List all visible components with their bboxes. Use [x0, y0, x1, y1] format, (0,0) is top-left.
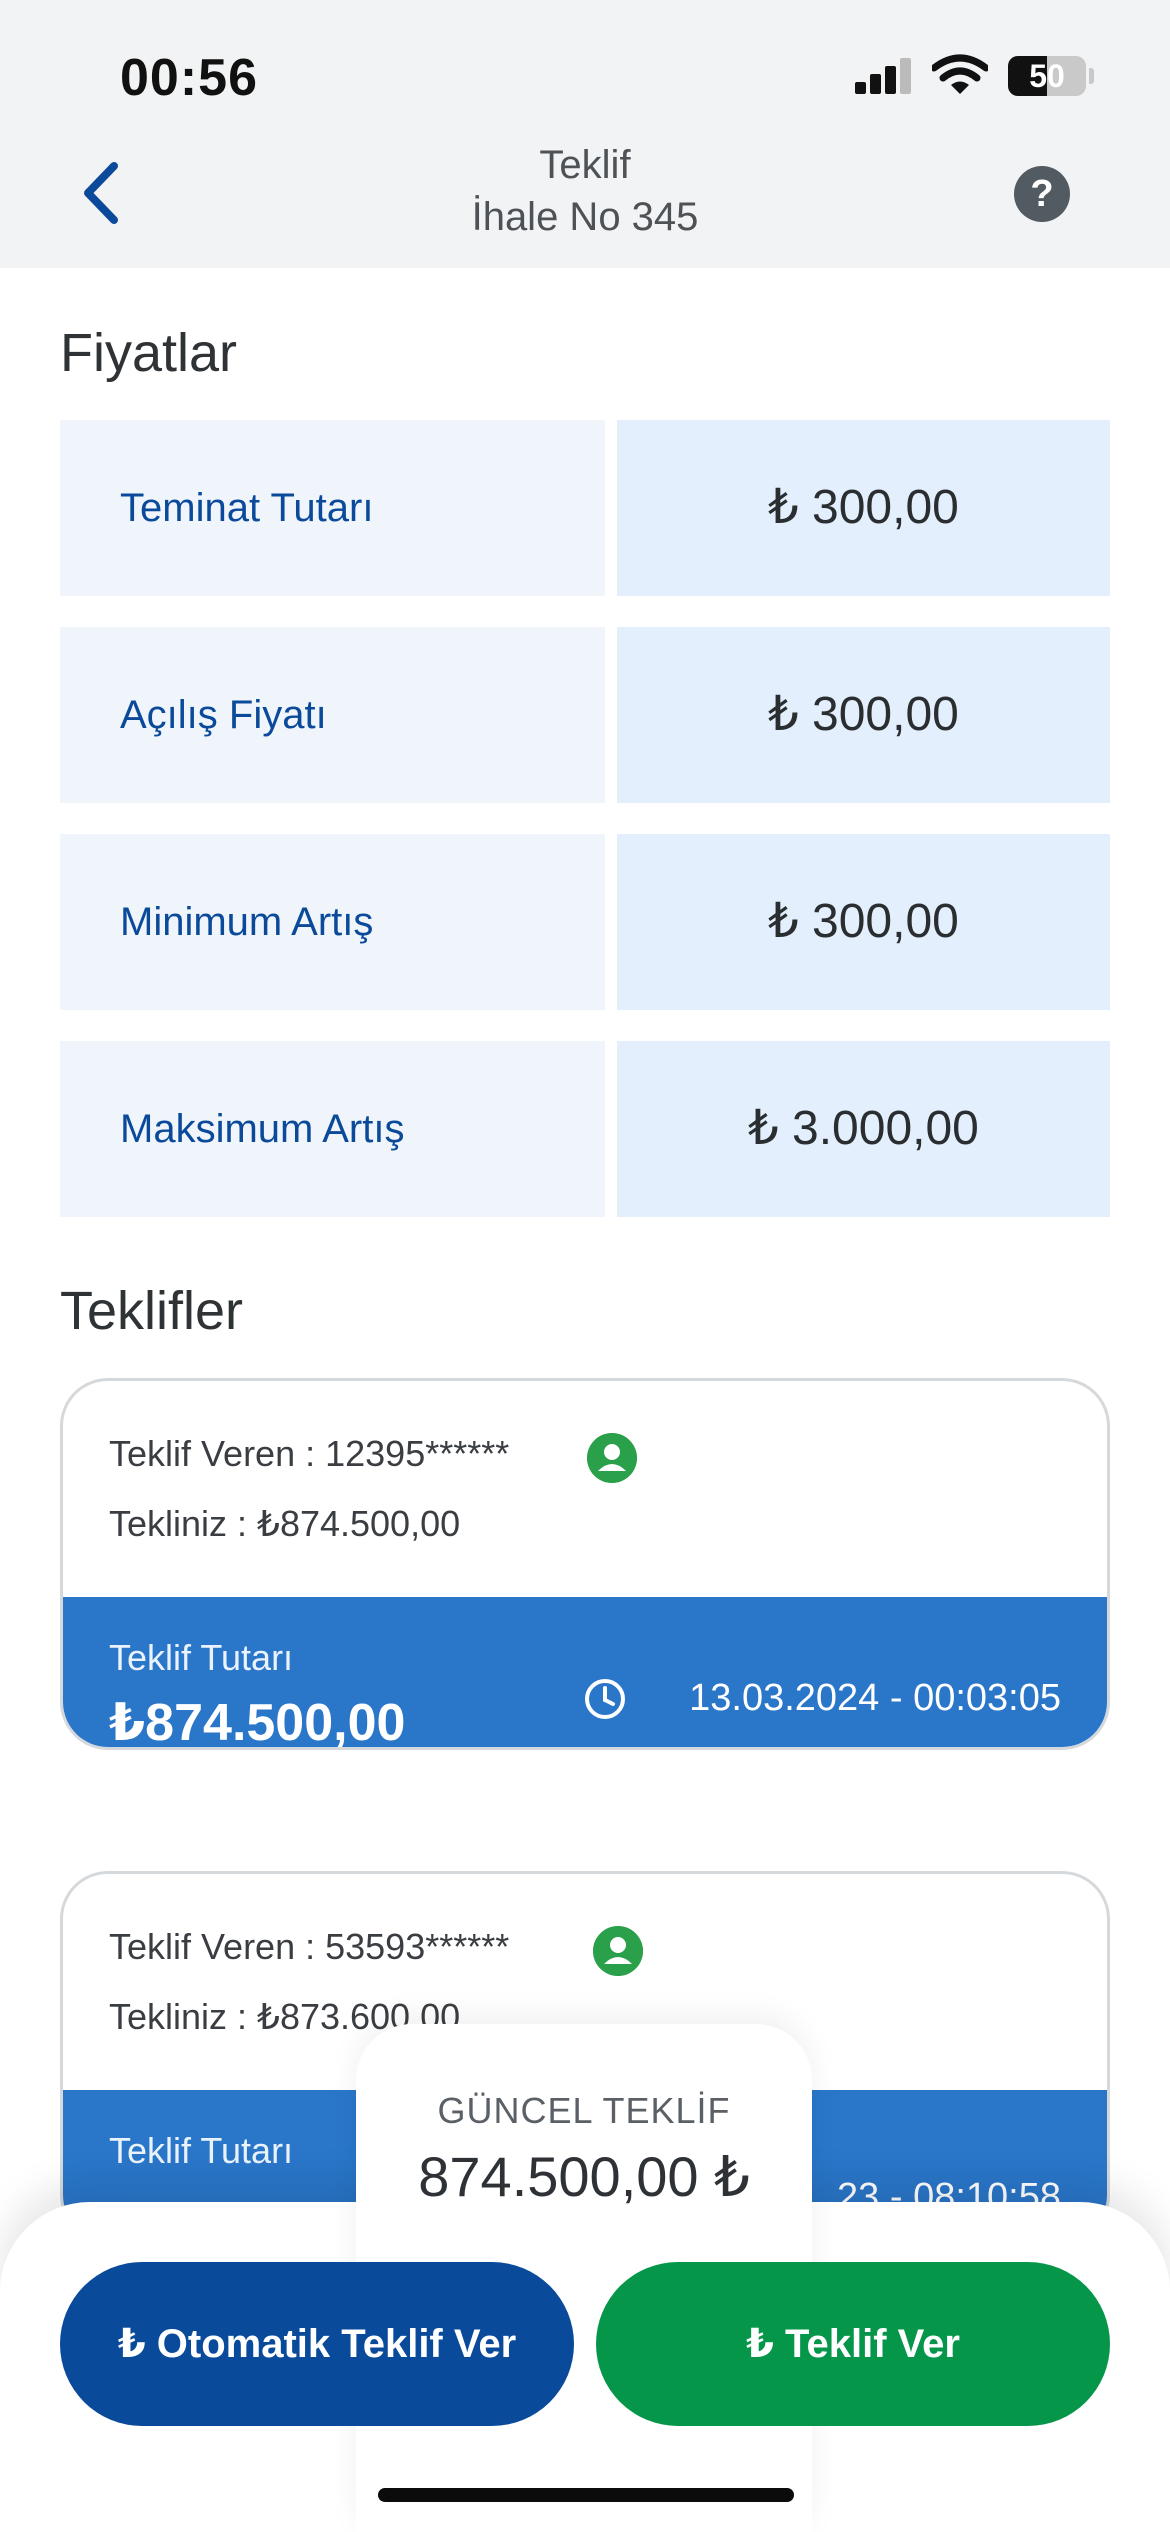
- bids-title: Teklifler: [60, 1281, 244, 1341]
- user-icon: [587, 1433, 637, 1483]
- price-value: ₺ 300,00: [617, 834, 1110, 1010]
- price-label: Minimum Artış: [60, 834, 605, 1010]
- price-row: Teminat Tutarı ₺ 300,00: [60, 420, 1110, 596]
- amount-label: Teklif Tutarı: [109, 1637, 294, 1678]
- price-value: ₺ 3.000,00: [617, 1041, 1110, 1217]
- prices-title: Fiyatlar: [60, 323, 238, 383]
- current-offer-label: GÜNCEL TEKLİF: [437, 2090, 731, 2131]
- bid-amount: ₺874.500,00: [109, 1694, 406, 1750]
- top-bar: 00:56 50 Teklif İhale No 345 ?: [0, 0, 1170, 268]
- price-row: Maksimum Artış ₺ 3.000,00: [60, 1041, 1110, 1217]
- cellular-signal-icon: [855, 58, 913, 94]
- status-time: 00:56: [120, 49, 258, 107]
- price-value: ₺ 300,00: [617, 420, 1110, 596]
- clock-icon: [585, 1679, 625, 1719]
- wifi-icon: [932, 54, 988, 94]
- bid-card[interactable]: Teklif Veren : 12395****** Tekliniz : ₺8…: [60, 1378, 1110, 1750]
- home-indicator[interactable]: [378, 2488, 794, 2502]
- page-title: Teklif: [539, 143, 631, 187]
- page-subtitle: İhale No 345: [471, 195, 699, 239]
- bidder-text: Teklif Veren : 12395******: [109, 1433, 510, 1474]
- amount-label: Teklif Tutarı: [109, 2130, 294, 2171]
- bidder-text: Teklif Veren : 53593******: [109, 1926, 510, 1967]
- price-label: Teminat Tutarı: [60, 420, 605, 596]
- price-label: Maksimum Artış: [60, 1041, 605, 1217]
- help-icon[interactable]: ?: [1014, 166, 1070, 222]
- bid-datetime: 13.03.2024 - 00:03:05: [689, 1677, 1061, 1719]
- price-value: ₺ 300,00: [617, 627, 1110, 803]
- battery-icon: 50: [1008, 56, 1086, 96]
- price-label: Açılış Fiyatı: [60, 627, 605, 803]
- price-row: Açılış Fiyatı ₺ 300,00: [60, 627, 1110, 803]
- your-bid-text: Tekliniz : ₺874.500,00: [109, 1503, 461, 1544]
- user-icon: [593, 1926, 643, 1976]
- auto-bid-button[interactable]: ₺ Otomatik Teklif Ver: [60, 2262, 574, 2426]
- battery-tip: [1089, 68, 1094, 84]
- price-row: Minimum Artış ₺ 300,00: [60, 834, 1110, 1010]
- bid-card-header: Teklif Veren : 12395****** Tekliniz : ₺8…: [63, 1381, 1107, 1597]
- bid-card-footer: Teklif Tutarı ₺874.500,00 13.03.2024 - 0…: [63, 1597, 1107, 1750]
- current-offer-value: 874.500,00 ₺: [418, 2145, 750, 2208]
- battery-level: 50: [1029, 58, 1065, 94]
- place-bid-button[interactable]: ₺ Teklif Ver: [596, 2262, 1110, 2426]
